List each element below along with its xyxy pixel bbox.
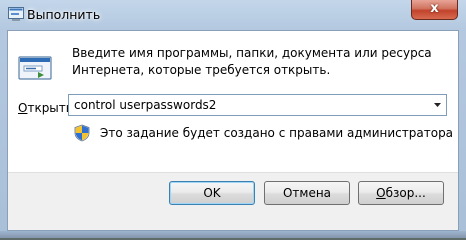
browse-label: бзор...: [385, 186, 426, 200]
close-button[interactable]: x: [411, 0, 458, 20]
chevron-down-icon[interactable]: [429, 95, 446, 115]
run-window-icon: [18, 56, 52, 80]
open-input[interactable]: control userpasswords2: [74, 98, 216, 112]
close-icon: x: [430, 1, 439, 16]
browse-accelerator: О: [376, 186, 386, 200]
open-combobox[interactable]: control userpasswords2: [68, 94, 447, 116]
window-bottom-border: [0, 231, 466, 238]
cancel-button[interactable]: Отмена: [264, 181, 350, 205]
title-bar[interactable]: Выполнить x: [0, 0, 466, 30]
uac-shield-icon: [74, 124, 90, 142]
window-title: Выполнить: [27, 7, 101, 22]
run-dialog-window: Выполнить x Введите имя программы, папки…: [0, 0, 466, 238]
run-icon: [8, 7, 24, 21]
admin-note: Это задание будет создано с правами адми…: [100, 126, 454, 140]
dialog-client-area: Введите имя программы, папки, документа …: [7, 30, 459, 231]
browse-button[interactable]: Обзор...: [358, 181, 444, 205]
ok-button[interactable]: OK: [169, 181, 255, 205]
dialog-description: Введите имя программы, папки, документа …: [72, 46, 432, 77]
